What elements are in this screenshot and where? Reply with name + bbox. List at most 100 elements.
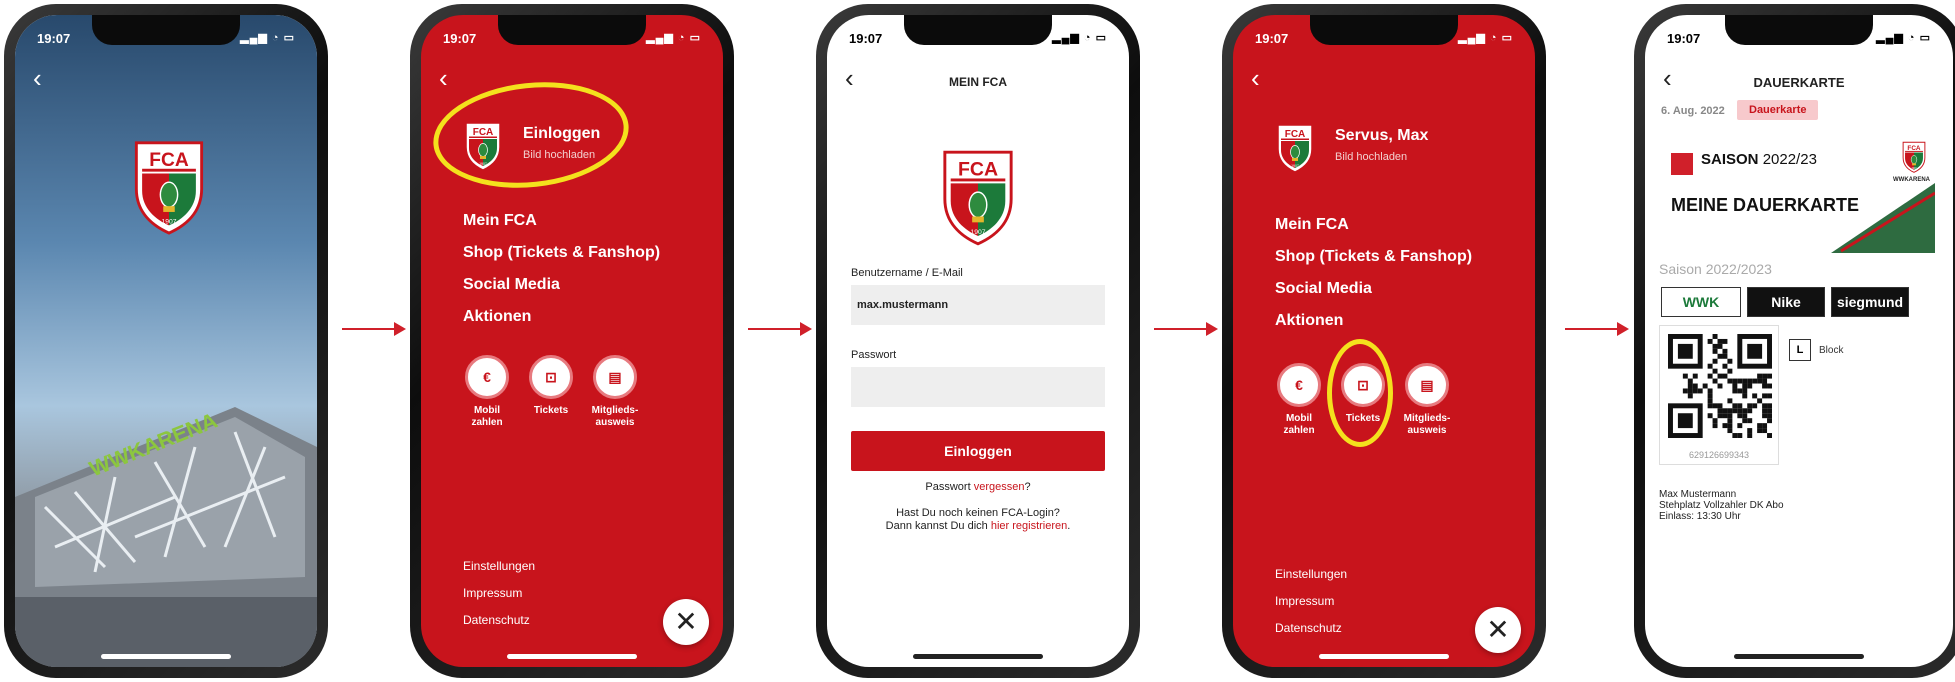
- quick-mobil-zahlen[interactable]: € Mobil zahlen: [1273, 363, 1325, 437]
- footer-links: Einstellungen Impressum Datenschutz: [1275, 561, 1347, 642]
- fca-crest-logo: [130, 139, 208, 235]
- menu-screen: 19:07 ▂▄▆ ◔ ▭ ‹ Servus, Max Bild hochlad…: [1233, 15, 1535, 667]
- page-title: DAUERKARTE: [1753, 75, 1845, 90]
- quick-label: Tickets: [1345, 413, 1381, 424]
- ticket-date: 6. Aug. 2022: [1661, 105, 1725, 117]
- block-letter: L: [1789, 339, 1811, 361]
- home-indicator: [913, 654, 1043, 659]
- close-button[interactable]: ✕: [1475, 607, 1521, 653]
- menu-item-mein-fca[interactable]: Mein FCA: [463, 205, 660, 237]
- mobile-pay-icon: €: [465, 355, 509, 399]
- home-indicator: [1319, 654, 1449, 659]
- sponsor-siegmund: siegmund: [1831, 287, 1909, 317]
- register-suffix: .: [1067, 520, 1071, 532]
- bundesliga-icon: [1671, 153, 1693, 175]
- quick-label: ausweis: [1407, 425, 1447, 436]
- menu-screen: 19:07 ▂▄▆ ◔ ▭ ‹ Einloggen Bild hochladen…: [421, 15, 723, 667]
- back-chevron-icon[interactable]: ‹: [1663, 65, 1672, 91]
- qr-number: 629126699343: [1688, 450, 1750, 460]
- back-chevron-icon[interactable]: ‹: [1251, 65, 1260, 91]
- ticket-holder-info: Max Mustermann Stehplatz Vollzahler DK A…: [1659, 489, 1784, 522]
- quick-label: Mitglieds-: [591, 405, 639, 416]
- sponsor-row: WWK Nike siegmund: [1661, 287, 1909, 317]
- signal-wifi-battery-icon: ▂▄▆ ◔ ▭: [646, 32, 701, 44]
- quick-mitgliedsausweis[interactable]: ▤ Mitglieds-ausweis: [1401, 363, 1453, 437]
- sponsor-wwk: WWK: [1661, 287, 1741, 317]
- ticket-icon: ⊡: [529, 355, 573, 399]
- footer-impressum[interactable]: Impressum: [463, 580, 535, 607]
- menu-item-social-media[interactable]: Social Media: [463, 269, 660, 301]
- menu-item-shop[interactable]: Shop (Tickets & Fanshop): [463, 237, 660, 269]
- footer-links: Einstellungen Impressum Datenschutz: [463, 553, 535, 634]
- fca-crest-logo: [939, 147, 1017, 247]
- footer-datenschutz[interactable]: Datenschutz: [463, 607, 535, 634]
- close-button[interactable]: ✕: [663, 599, 709, 645]
- login-button[interactable]: Einloggen: [851, 431, 1105, 471]
- quick-mobil-zahlen[interactable]: € Mobil zahlen: [461, 355, 513, 429]
- register-link[interactable]: hier registrieren: [991, 520, 1067, 532]
- greeting: Servus, Max: [1335, 127, 1429, 144]
- mobile-pay-icon: €: [1277, 363, 1321, 407]
- forgot-password-link[interactable]: vergessen: [974, 481, 1025, 493]
- menu-item-social-media[interactable]: Social Media: [1275, 273, 1472, 305]
- upload-photo-link[interactable]: Bild hochladen: [523, 149, 595, 161]
- forgot-password-text: Passwort vergessen?: [827, 481, 1129, 494]
- qr-code-box: 629126699343: [1659, 325, 1779, 465]
- season-subtitle: Saison 2022/2023: [1659, 261, 1772, 277]
- splash-screen: 19:07 ▂▄▆ ◔ ▭ ‹ WWKARENA: [15, 15, 317, 667]
- quick-label: Mitglieds-: [1403, 413, 1451, 424]
- phone-menu-logged-in: 19:07 ▂▄▆ ◔ ▭ ‹ Servus, Max Bild hochlad…: [1222, 4, 1546, 678]
- block-label: Block: [1819, 345, 1844, 356]
- entry-time: Einlass: 13:30 Uhr: [1659, 511, 1741, 522]
- quick-tickets[interactable]: ⊡ Tickets: [1337, 363, 1389, 437]
- upload-photo-link[interactable]: Bild hochladen: [1335, 151, 1407, 163]
- home-indicator: [507, 654, 637, 659]
- saison-year: 2022/23: [1762, 151, 1817, 168]
- footer-einstellungen[interactable]: Einstellungen: [1275, 561, 1347, 588]
- quick-label: Mobil: [473, 405, 501, 416]
- password-input[interactable]: [851, 367, 1105, 407]
- flow-arrow-4: [1565, 322, 1629, 336]
- quick-tickets[interactable]: ⊡ Tickets: [525, 355, 577, 429]
- fca-crest-logo: [1275, 123, 1315, 173]
- status-time: 19:07: [1255, 31, 1289, 46]
- ticket-icon: ⊡: [1341, 363, 1385, 407]
- footer-impressum[interactable]: Impressum: [1275, 588, 1347, 615]
- register-line-1: Hast Du noch keinen FCA-Login?: [896, 507, 1060, 519]
- login-screen: 19:07 ▂▄▆ ◔ ▭ ‹ MEIN FCA Benutzername / …: [827, 15, 1129, 667]
- quick-actions: € Mobil zahlen ⊡ Tickets ▤ Mitglieds-ausweis: [461, 355, 641, 429]
- status-time: 19:07: [849, 31, 883, 46]
- home-indicator: [101, 654, 231, 659]
- quick-label: ausweis: [595, 417, 635, 428]
- menu-item-aktionen[interactable]: Aktionen: [463, 301, 660, 333]
- forgot-suffix: ?: [1024, 481, 1031, 493]
- forgot-prefix: Passwort: [925, 481, 974, 493]
- page-title: MEIN FCA: [949, 75, 1007, 89]
- saison-label: SAISON: [1701, 151, 1759, 168]
- back-chevron-icon[interactable]: ‹: [845, 65, 854, 91]
- status-time: 19:07: [1667, 31, 1701, 46]
- sponsor-nike: Nike: [1747, 287, 1825, 317]
- menu-item-aktionen[interactable]: Aktionen: [1275, 305, 1472, 337]
- phone-season-ticket: 19:07 ▂▄▆ ◔ ▭ ‹ DAUERKARTE 6. Aug. 2022 …: [1634, 4, 1955, 678]
- status-time: 19:07: [443, 31, 477, 46]
- menu-item-shop[interactable]: Shop (Tickets & Fanshop): [1275, 241, 1472, 273]
- back-chevron-icon[interactable]: ‹: [33, 65, 42, 91]
- quick-mitgliedsausweis[interactable]: ▤ Mitglieds-ausweis: [589, 355, 641, 429]
- register-line-2: Dann kannst Du dich hier registrieren.: [827, 520, 1129, 533]
- footer-einstellungen[interactable]: Einstellungen: [463, 553, 535, 580]
- status-bar: 19:07 ▂▄▆ ◔ ▭: [37, 31, 295, 47]
- quick-label: zahlen: [1283, 425, 1315, 436]
- menu-item-mein-fca[interactable]: Mein FCA: [1275, 209, 1472, 241]
- phone-splash: 19:07 ▂▄▆ ◔ ▭ ‹ WWKARENA: [4, 4, 328, 678]
- flow-arrow-3: [1154, 322, 1218, 336]
- member-card-icon: ▤: [1405, 363, 1449, 407]
- username-label: Benutzername / E-Mail: [851, 267, 963, 279]
- username-input[interactable]: max.mustermann: [851, 285, 1105, 325]
- status-bar: 19:07 ▂▄▆ ◔ ▭: [443, 31, 701, 47]
- login-title[interactable]: Einloggen: [523, 125, 600, 143]
- back-chevron-icon[interactable]: ‹: [439, 65, 448, 91]
- phone-menu-logged-out: 19:07 ▂▄▆ ◔ ▭ ‹ Einloggen Bild hochladen…: [410, 4, 734, 678]
- footer-datenschutz[interactable]: Datenschutz: [1275, 615, 1347, 642]
- quick-label: Tickets: [533, 405, 569, 416]
